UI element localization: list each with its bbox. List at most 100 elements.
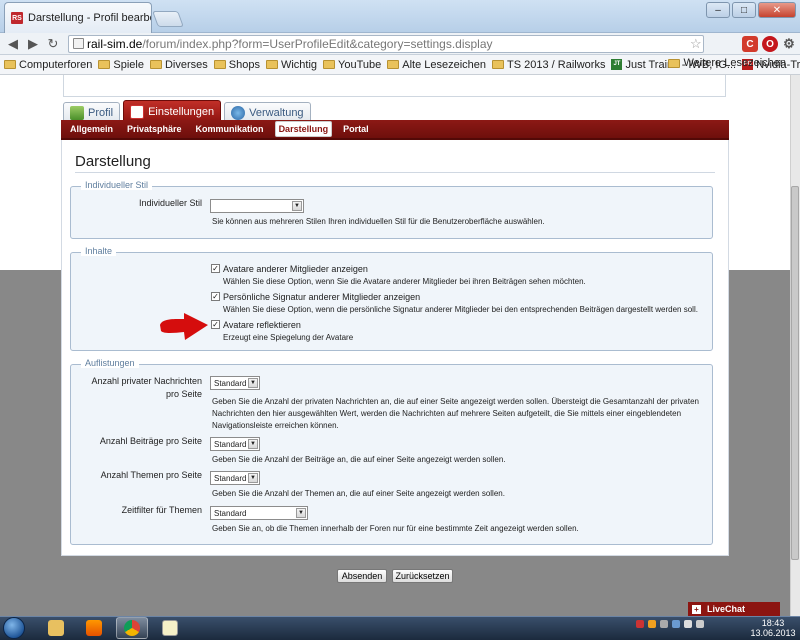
tab-profil[interactable]: Profil (63, 102, 121, 122)
fieldset-legend: Inhalte (81, 246, 117, 256)
label-line: pro Seite (165, 389, 202, 399)
browser-toolbar: ◀ ▶ ↻ rail-sim.de/forum/index.php?form=U… (0, 33, 800, 55)
bookmark-label: Computerforen (19, 58, 93, 71)
tab-einstellungen[interactable]: Einstellungen (123, 100, 222, 122)
notepad-taskbar-icon[interactable] (154, 617, 186, 639)
bookmark-label: Alte Lesezeichen (402, 58, 487, 71)
bookmark-item[interactable]: Wichtig (265, 58, 318, 71)
field-label: Zeitfilter für Themen (121, 505, 202, 515)
volume-icon[interactable] (696, 620, 704, 628)
subnav-kommunikation[interactable]: Kommunikation (193, 122, 267, 136)
chrome-taskbar-icon[interactable] (116, 617, 148, 639)
folder-icon (98, 60, 111, 69)
select-value: Standard (214, 378, 247, 388)
checkbox-signature[interactable]: ✓ (211, 292, 220, 301)
field-label: Anzahl Themen pro Seite (100, 470, 202, 480)
new-tab-button[interactable] (152, 11, 184, 27)
clock-date: 13.06.2013 (750, 628, 796, 638)
tab-label: Einstellungen (148, 105, 215, 118)
style-select[interactable]: ▼ (210, 199, 304, 213)
subnav-privatsphaere[interactable]: Privatsphäre (124, 122, 185, 136)
time-filter-select[interactable]: Standard ▼ (210, 506, 308, 520)
subnav-darstellung[interactable]: Darstellung (274, 121, 333, 137)
field-description: Geben Sie die Anzahl der privaten Nachri… (212, 396, 699, 432)
extension-o-icon[interactable]: O (762, 36, 778, 52)
tray-icon[interactable] (636, 620, 644, 628)
field-description: Sie können aus mehreren Stilen Ihren ind… (212, 217, 545, 226)
bookmark-item[interactable]: Spiele (98, 59, 144, 71)
other-bookmarks-label: Weitere Lesezeichen (683, 57, 786, 69)
clock[interactable]: 18:43 13.06.2013 (750, 618, 796, 638)
tray-icon[interactable] (672, 620, 680, 628)
site-favicon-icon: RS (11, 12, 23, 24)
checkbox-label: Avatare reflektieren (223, 320, 301, 330)
extension-c-icon[interactable]: C (742, 36, 758, 52)
livechat-button[interactable]: + LiveChat (688, 602, 780, 616)
folder-icon (265, 60, 278, 69)
tab-title: Darstellung - Profil bearbe (28, 12, 152, 24)
jt-icon: JT (611, 59, 623, 70)
chrome-icon (124, 620, 140, 636)
desc-line: Navigationsleiste erreichen können. (212, 421, 339, 430)
select-value: Standard (214, 473, 247, 483)
maximize-icon[interactable]: □ (732, 2, 756, 18)
page-title: Darstellung (75, 153, 151, 170)
reset-button[interactable]: Zurücksetzen (392, 569, 453, 583)
tray-icon[interactable] (660, 620, 668, 628)
folder-icon (213, 60, 226, 69)
chevron-down-icon: ▼ (296, 508, 306, 518)
notepad-icon (162, 620, 178, 636)
folder-icon (387, 60, 400, 69)
close-window-icon[interactable]: ✕ (758, 2, 796, 18)
checkbox-avatars[interactable]: ✓ (211, 264, 220, 273)
scrollbar-thumb[interactable] (791, 186, 799, 560)
field-description: Wählen Sie diese Option, wenn die persön… (223, 305, 698, 314)
page-content: Profil Einstellungen Verwaltung Allgemei… (0, 75, 790, 616)
subnav-portal[interactable]: Portal (340, 122, 372, 136)
chevron-down-icon: ▼ (248, 378, 258, 388)
other-bookmarks[interactable]: Weitere Lesezeichen (668, 57, 786, 69)
pm-per-page-select[interactable]: Standard ▼ (210, 376, 260, 390)
bookmark-label: Wichtig (280, 58, 318, 71)
tab-verwaltung[interactable]: Verwaltung (224, 102, 311, 122)
wrench-icon[interactable]: ⚙ (781, 36, 797, 52)
forward-icon[interactable]: ▶ (24, 35, 42, 53)
settings-icon (130, 104, 145, 119)
address-bar[interactable]: rail-sim.de/forum/index.php?form=UserPro… (68, 35, 704, 53)
field-description: Geben Sie die Anzahl der Themen an, die … (212, 489, 505, 498)
tray-icon[interactable] (648, 620, 656, 628)
submit-button[interactable]: Absenden (337, 569, 387, 583)
url-path: /forum/index.php?form=UserProfileEdit&ca… (142, 37, 493, 51)
window-controls: – □ ✕ (706, 2, 796, 18)
reload-icon[interactable]: ↻ (44, 35, 62, 53)
chevron-down-icon: ▼ (292, 201, 302, 211)
bookmark-item[interactable]: Alte Lesezeichen (387, 59, 486, 71)
select-value: Standard (214, 508, 247, 518)
threads-per-page-select[interactable]: Standard ▼ (210, 471, 260, 485)
bookmark-item[interactable]: Shops (213, 59, 260, 71)
page-icon (73, 38, 84, 49)
management-icon (231, 105, 246, 120)
posts-per-page-select[interactable]: Standard ▼ (210, 437, 260, 451)
bookmark-item[interactable]: TS 2013 / Railworks (492, 59, 605, 71)
explorer-taskbar-icon[interactable] (40, 617, 72, 639)
bookmark-item[interactable]: Diverses (149, 58, 208, 71)
browser-tab[interactable]: RS Darstellung - Profil bearbe × (4, 2, 152, 33)
network-icon[interactable] (684, 620, 692, 628)
bookmark-item[interactable]: Computerforen (4, 59, 92, 71)
minimize-icon[interactable]: – (706, 2, 730, 18)
checkbox-label: Persönliche Signatur anderer Mitglieder … (223, 292, 421, 302)
play-icon (86, 620, 102, 636)
bookmark-item[interactable]: YouTube (323, 59, 381, 71)
start-button[interactable] (3, 617, 25, 639)
field-description: Erzeugt eine Spiegelung der Avatare (223, 333, 354, 342)
back-icon[interactable]: ◀ (4, 35, 22, 53)
star-icon[interactable]: ☆ (690, 36, 702, 52)
checkbox-label: Avatare anderer Mitglieder anzeigen (223, 264, 368, 274)
bookmark-label: YouTube (338, 58, 382, 71)
bookmark-label: Diverses (164, 58, 208, 71)
settings-subnav: Allgemein Privatsphäre Kommunikation Dar… (61, 120, 729, 140)
bookmark-label: Spiele (113, 58, 144, 71)
subnav-allgemein[interactable]: Allgemein (67, 122, 116, 136)
media-player-taskbar-icon[interactable] (78, 617, 110, 639)
